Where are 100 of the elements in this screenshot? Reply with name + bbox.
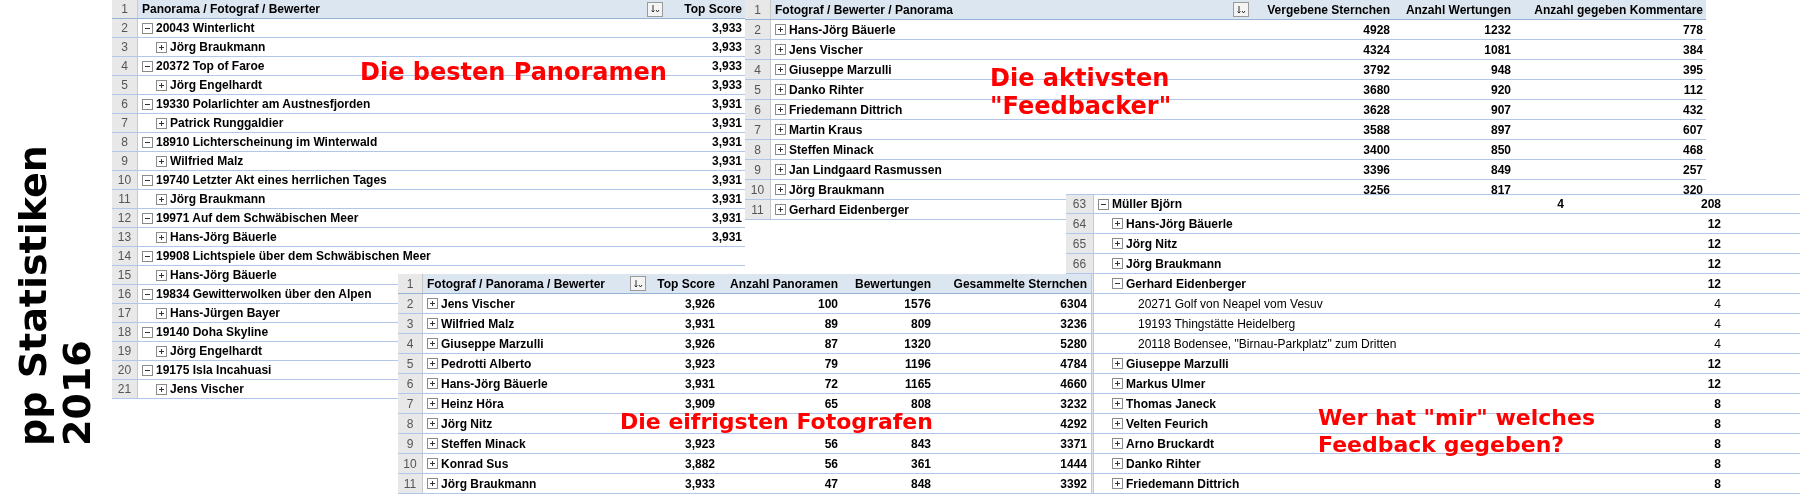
plus-box-icon[interactable] — [156, 345, 167, 357]
row-number: 64 — [1066, 214, 1094, 233]
plus-box-icon[interactable] — [156, 193, 167, 205]
table-cell-text: 920 — [1490, 81, 1511, 99]
plus-box-icon[interactable] — [156, 269, 167, 281]
row-number: 10 — [112, 171, 138, 189]
minus-box-icon[interactable] — [142, 288, 153, 300]
table-cell-text: 6304 — [1060, 295, 1087, 313]
plus-box-icon[interactable] — [1112, 218, 1123, 229]
sort-filter-button[interactable] — [647, 1, 663, 17]
plus-box-icon[interactable] — [427, 338, 438, 349]
sort-filter-button[interactable] — [1233, 2, 1249, 17]
plus-box-icon[interactable] — [775, 24, 786, 35]
plus-box-icon[interactable] — [427, 418, 438, 429]
plus-box-icon[interactable] — [427, 398, 438, 409]
plus-box-icon[interactable] — [156, 231, 167, 243]
minus-box-icon[interactable] — [142, 174, 153, 186]
table-cell-text: 100 — [817, 295, 838, 313]
plus-box-icon[interactable] — [1112, 398, 1123, 409]
table-cell-text: 817 — [1490, 181, 1511, 199]
table-cell-text: 12 — [1707, 275, 1721, 293]
plus-box-icon[interactable] — [1112, 358, 1123, 369]
row-number: 9 — [112, 152, 138, 170]
plus-box-icon[interactable] — [775, 44, 786, 55]
plus-box-icon[interactable] — [1112, 378, 1123, 389]
minus-box-icon[interactable] — [142, 326, 153, 338]
plus-box-icon[interactable] — [427, 378, 438, 389]
plus-box-icon[interactable] — [1112, 478, 1123, 489]
table-cell-text: 809 — [910, 315, 931, 333]
plus-box-icon[interactable] — [427, 458, 438, 469]
plus-box-icon[interactable] — [427, 358, 438, 369]
plus-box-icon[interactable] — [775, 124, 786, 135]
table-cell-text: 3,926 — [684, 295, 715, 313]
table-cell-text: 5280 — [1060, 335, 1087, 353]
plus-box-icon[interactable] — [427, 298, 438, 309]
plus-box-icon[interactable] — [1112, 458, 1123, 469]
table-cell-text: 12 — [1707, 215, 1721, 233]
table-cell-text: 1576 — [904, 295, 931, 313]
plus-box-icon[interactable] — [1112, 438, 1123, 449]
annotation-text: Die besten Panoramen — [360, 57, 667, 88]
plus-box-icon[interactable] — [427, 318, 438, 329]
table-cell-text: 257 — [1682, 161, 1703, 179]
table-cell-text: 3,882 — [684, 455, 715, 473]
plus-box-icon[interactable] — [775, 144, 786, 155]
table-cell-text: 89 — [824, 315, 838, 333]
minus-box-icon[interactable] — [142, 98, 153, 110]
table-cell-text: 8 — [1714, 395, 1721, 413]
column-header: Anzahl Wertungen — [1404, 1, 1512, 19]
row-number: 4 — [398, 334, 423, 353]
row-label: Heinz Höra — [441, 395, 504, 413]
table-cell-text: 432 — [1682, 101, 1703, 119]
minus-box-icon[interactable] — [142, 364, 153, 376]
row-number: 5 — [398, 354, 423, 373]
row-number: 6 — [112, 95, 138, 113]
row-number: 63 — [1066, 195, 1094, 213]
row-number: 7 — [112, 114, 138, 132]
table-cell-text: 3,933 — [711, 20, 742, 37]
plus-box-icon[interactable] — [156, 155, 167, 167]
plus-box-icon[interactable] — [427, 438, 438, 449]
plus-box-icon[interactable] — [1112, 258, 1123, 269]
row-number: 2 — [112, 19, 138, 37]
plus-box-icon[interactable] — [156, 307, 167, 319]
row-label: Jörg Nitz — [1126, 235, 1178, 253]
plus-box-icon[interactable] — [156, 383, 167, 395]
minus-box-icon[interactable] — [1098, 198, 1109, 210]
plus-box-icon[interactable] — [775, 164, 786, 175]
table-cell-text: 3,931 — [711, 153, 742, 170]
minus-box-icon[interactable] — [1112, 278, 1123, 289]
table-cell-text: 8 — [1714, 415, 1721, 433]
plus-box-icon[interactable] — [775, 84, 786, 95]
minus-box-icon[interactable] — [142, 250, 153, 262]
sort-filter-button[interactable] — [630, 276, 646, 291]
plus-box-icon[interactable] — [156, 41, 167, 53]
row-label: Hans-Jörg Bäuerle — [789, 21, 896, 39]
row-label: 20043 Winterlicht — [156, 20, 255, 37]
plus-box-icon[interactable] — [156, 79, 167, 91]
plus-box-icon[interactable] — [1112, 418, 1123, 429]
minus-box-icon[interactable] — [142, 60, 153, 72]
row-number: 6 — [398, 374, 423, 393]
minus-box-icon[interactable] — [142, 212, 153, 224]
plus-box-icon[interactable] — [775, 184, 786, 195]
row-label: Jörg Braukmann — [1126, 255, 1222, 273]
plus-box-icon[interactable] — [775, 104, 786, 115]
plus-box-icon[interactable] — [775, 64, 786, 75]
row-label: 20372 Top of Faroe — [156, 58, 265, 75]
table-cell-text: 4 — [1714, 335, 1721, 353]
row-label: 19330 Polarlichter am Austnesfjorden — [156, 96, 371, 113]
plus-box-icon[interactable] — [156, 117, 167, 129]
table-cell-text: 3,931 — [711, 115, 742, 132]
row-label: Hans-Jörg Bäuerle — [1126, 215, 1233, 233]
table-cell-text: 778 — [1682, 21, 1703, 39]
minus-box-icon[interactable] — [142, 136, 153, 148]
column-header: Fotograf / Bewerter / Panorama — [775, 1, 954, 19]
table-cell-text: 72 — [824, 375, 838, 393]
plus-box-icon[interactable] — [775, 204, 786, 215]
plus-box-icon[interactable] — [427, 478, 438, 489]
row-label: Jörg Braukmann — [441, 475, 537, 493]
minus-box-icon[interactable] — [142, 22, 153, 34]
plus-box-icon[interactable] — [1112, 238, 1123, 249]
table-cell-text: 4 — [1714, 295, 1721, 313]
